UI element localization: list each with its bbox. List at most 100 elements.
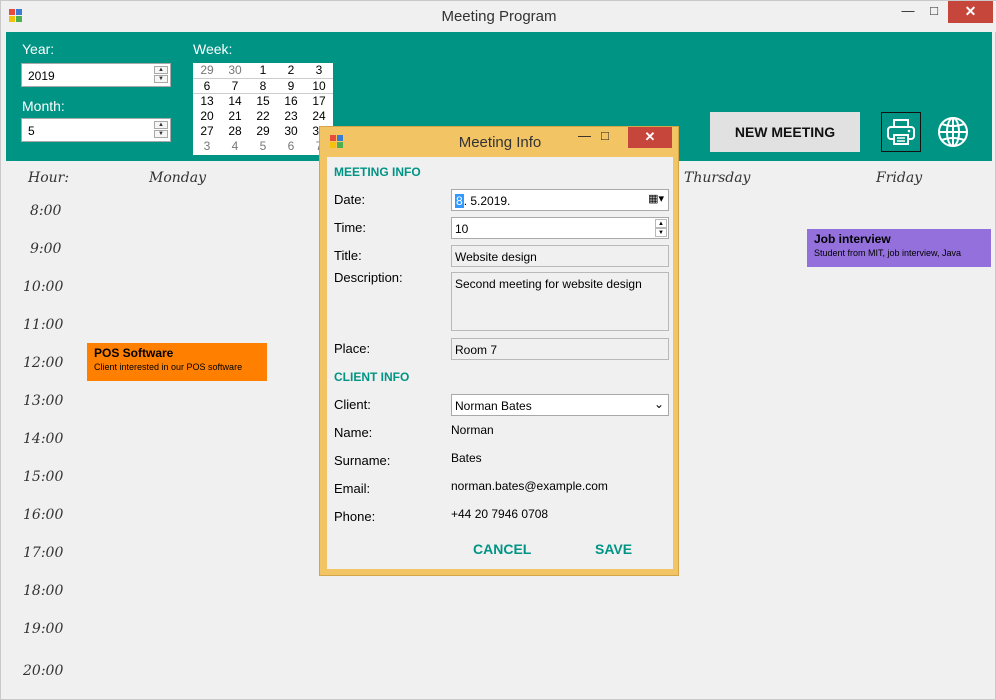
dialog-minimize-button[interactable]: — [578,128,591,143]
place-field[interactable]: Room 7 [451,338,669,360]
hour-column-header: Hour: [28,170,70,186]
cal-day[interactable]: 6 [277,138,305,153]
globe-icon [938,117,968,147]
description-label: Description: [334,270,403,285]
year-value: 2019 [28,69,55,83]
week-calendar[interactable]: 29 30 1 2 3 6 7 8 9 10 13 14 15 16 17 20… [193,63,333,155]
cal-day[interactable]: 16 [277,93,305,108]
day-header-thursday: Thursday [684,170,751,186]
save-button[interactable]: SAVE [595,541,632,557]
surname-label: Surname: [334,453,391,468]
print-button[interactable] [881,112,921,152]
dialog-body: MEETING INFO Date: 8. 5.2019. ▦▾ Time: 1… [327,157,673,569]
place-label: Place: [334,341,371,356]
hour-label: 18:00 [23,583,64,599]
cal-day[interactable]: 10 [305,77,333,94]
cal-day[interactable]: 28 [221,123,249,138]
cal-day[interactable]: 23 [277,108,305,123]
hour-label: 12:00 [23,355,64,371]
date-rest: . 5.2019. [463,194,511,208]
hour-label: 9:00 [30,241,62,257]
month-stepper[interactable]: 5 ▲ ▼ [21,118,171,142]
hour-label: 16:00 [23,507,64,523]
cal-day[interactable]: 29 [193,63,221,78]
event-title: Job interview [814,232,891,246]
title-field[interactable]: Website design [451,245,669,267]
cal-day[interactable]: 14 [221,93,249,108]
time-stepper-arrows[interactable]: ▲ ▼ [655,219,667,237]
week-label: Week: [193,41,233,57]
cal-day[interactable]: 2 [277,63,305,78]
day-header-friday: Friday [876,170,923,186]
month-label: Month: [22,98,65,114]
phone-label: Phone: [334,509,376,524]
maximize-button[interactable]: □ [919,1,949,23]
event-description: Client interested in our POS software [94,362,243,372]
cal-day[interactable]: 3 [193,138,221,153]
hour-label: 17:00 [23,545,64,561]
time-value: 10 [455,222,469,236]
cal-day[interactable]: 29 [249,123,277,138]
calendar-dropdown-icon[interactable]: ▦▾ [648,192,664,205]
date-day-selected: 8 [455,194,464,208]
title-bar: Meeting Program — □ ✕ [1,1,996,32]
surname-value: Bates [451,451,482,465]
meeting-info-dialog: Meeting Info — □ ✕ MEETING INFO Date: 8.… [319,126,679,576]
event-job-interview[interactable]: Job interview Student from MIT, job inte… [807,229,991,267]
time-label: Time: [334,220,367,235]
close-button[interactable]: ✕ [948,1,993,23]
hour-label: 15:00 [23,469,64,485]
cal-day[interactable]: 9 [277,77,305,94]
hour-label: 13:00 [23,393,64,409]
cal-day[interactable]: 17 [305,93,333,108]
cal-day[interactable]: 21 [221,108,249,123]
email-label: Email: [334,481,371,496]
dialog-close-button[interactable]: ✕ [628,127,672,148]
client-dropdown[interactable]: Norman Bates ⌄ [451,394,669,416]
event-description: Student from MIT, job interview, Java [814,248,962,258]
cal-day[interactable]: 15 [249,93,277,108]
email-value: norman.bates@example.com [451,479,608,493]
cal-day[interactable]: 27 [193,123,221,138]
window-title: Meeting Program [441,8,557,25]
hour-label: 8:00 [30,203,62,219]
event-pos-software[interactable]: POS Software Client interested in our PO… [87,343,267,381]
hour-label: 14:00 [23,431,64,447]
cancel-button[interactable]: CANCEL [473,541,531,557]
new-meeting-button[interactable]: NEW MEETING [710,112,860,152]
date-label: Date: [334,192,366,207]
chevron-down-icon[interactable]: ⌄ [654,397,664,411]
cal-day[interactable]: 5 [249,138,277,153]
cal-day[interactable]: 4 [221,138,249,153]
meeting-info-section: MEETING INFO [334,165,421,179]
event-title: POS Software [94,346,174,360]
cal-day[interactable]: 24 [305,108,333,123]
main-window: Meeting Program — □ ✕ Year: 2019 ▲ ▼ Mont… [0,0,996,700]
hour-label: 20:00 [23,663,64,679]
cal-day[interactable]: 30 [277,123,305,138]
cal-day[interactable]: 6 [193,77,221,94]
month-stepper-arrows[interactable]: ▲ ▼ [154,121,168,139]
cal-day[interactable]: 3 [305,63,333,78]
printer-icon [887,119,915,145]
cal-day[interactable]: 1 [249,63,277,78]
cal-day[interactable]: 30 [221,63,249,78]
description-field[interactable]: Second meeting for website design [451,272,669,331]
name-value: Norman [451,423,494,437]
phone-value: +44 20 7946 0708 [451,507,549,521]
cal-day[interactable]: 7 [221,77,249,94]
time-stepper[interactable]: 10 ▲ ▼ [451,217,669,239]
date-picker[interactable]: 8. 5.2019. ▦▾ [451,189,669,211]
client-info-section: CLIENT INFO [334,370,410,384]
year-stepper-arrows[interactable]: ▲ ▼ [154,66,168,84]
client-label: Client: [334,397,371,412]
language-button[interactable] [933,112,973,152]
cal-day[interactable]: 22 [249,108,277,123]
year-stepper[interactable]: 2019 ▲ ▼ [21,63,171,87]
day-header-monday: Monday [149,170,206,186]
dialog-maximize-button[interactable]: □ [601,128,609,143]
cal-day[interactable]: 8 [249,77,277,94]
cal-day[interactable]: 13 [193,93,221,108]
cal-day[interactable]: 20 [193,108,221,123]
title-label: Title: [334,248,362,263]
